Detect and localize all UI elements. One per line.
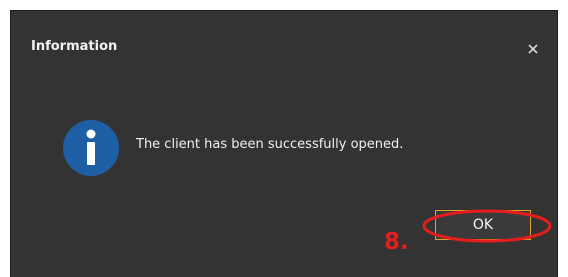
dialog-message: The client has been successfully opened. — [136, 137, 404, 152]
dialog-title: Information — [31, 39, 118, 54]
close-button[interactable] — [523, 39, 543, 59]
step-number-annotation: 8. — [384, 229, 409, 255]
info-icon — [62, 119, 120, 177]
ok-button[interactable]: OK — [435, 210, 531, 240]
screenshot-frame: Information The client has been successf… — [0, 0, 568, 277]
information-dialog: Information The client has been successf… — [10, 10, 558, 277]
close-icon — [528, 44, 538, 54]
